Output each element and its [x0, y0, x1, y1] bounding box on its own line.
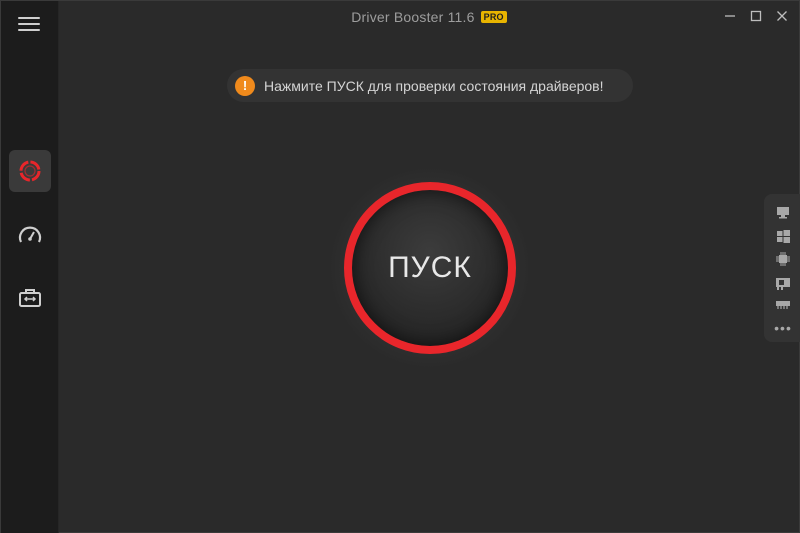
scan-ring-icon: [19, 160, 41, 182]
hardware-os-button[interactable]: [774, 227, 792, 245]
hardware-monitor-button[interactable]: [774, 203, 792, 221]
app-title: Driver Booster 11.6 PRO: [59, 9, 799, 25]
start-scan-button[interactable]: ПУСК: [344, 182, 516, 354]
hardware-cpu-button[interactable]: [774, 250, 792, 268]
sidebar-item-scan[interactable]: [9, 150, 51, 192]
monitor-icon: [777, 206, 789, 218]
maximize-button[interactable]: [743, 5, 769, 27]
app-window: Driver Booster 11.6 PRO ! Нажмите ПУСК дл…: [0, 0, 800, 533]
sidebar-item-boost[interactable]: [9, 215, 51, 257]
app-title-text: Driver Booster 11.6: [351, 9, 475, 25]
pro-badge: PRO: [480, 11, 507, 23]
sidebar: [1, 1, 59, 533]
start-button-label: ПУСК: [388, 251, 472, 284]
memory-icon: [776, 301, 790, 309]
windows-icon: [776, 229, 790, 243]
title-bar: Driver Booster 11.6 PRO: [59, 1, 799, 33]
notice-text: Нажмите ПУСК для проверки состояния драй…: [264, 77, 604, 94]
toolbox-icon: [19, 289, 41, 307]
maximize-icon: [750, 10, 762, 22]
close-icon: [777, 11, 787, 21]
speedometer-icon: [18, 226, 42, 243]
scan-notice: ! Нажмите ПУСК для проверки состояния др…: [227, 69, 633, 102]
close-button[interactable]: [769, 5, 795, 27]
sidebar-item-tools[interactable]: [9, 277, 51, 319]
hardware-panel: •••: [764, 194, 800, 342]
minimize-button[interactable]: [717, 5, 743, 27]
minimize-icon: [725, 15, 735, 17]
hamburger-menu-icon[interactable]: [18, 17, 40, 35]
hardware-memory-button[interactable]: [774, 295, 792, 313]
chip-icon: [776, 252, 790, 266]
more-icon[interactable]: •••: [774, 319, 792, 337]
network-card-icon: [776, 277, 790, 290]
hardware-network-button[interactable]: [774, 274, 792, 292]
info-icon: !: [235, 75, 255, 96]
